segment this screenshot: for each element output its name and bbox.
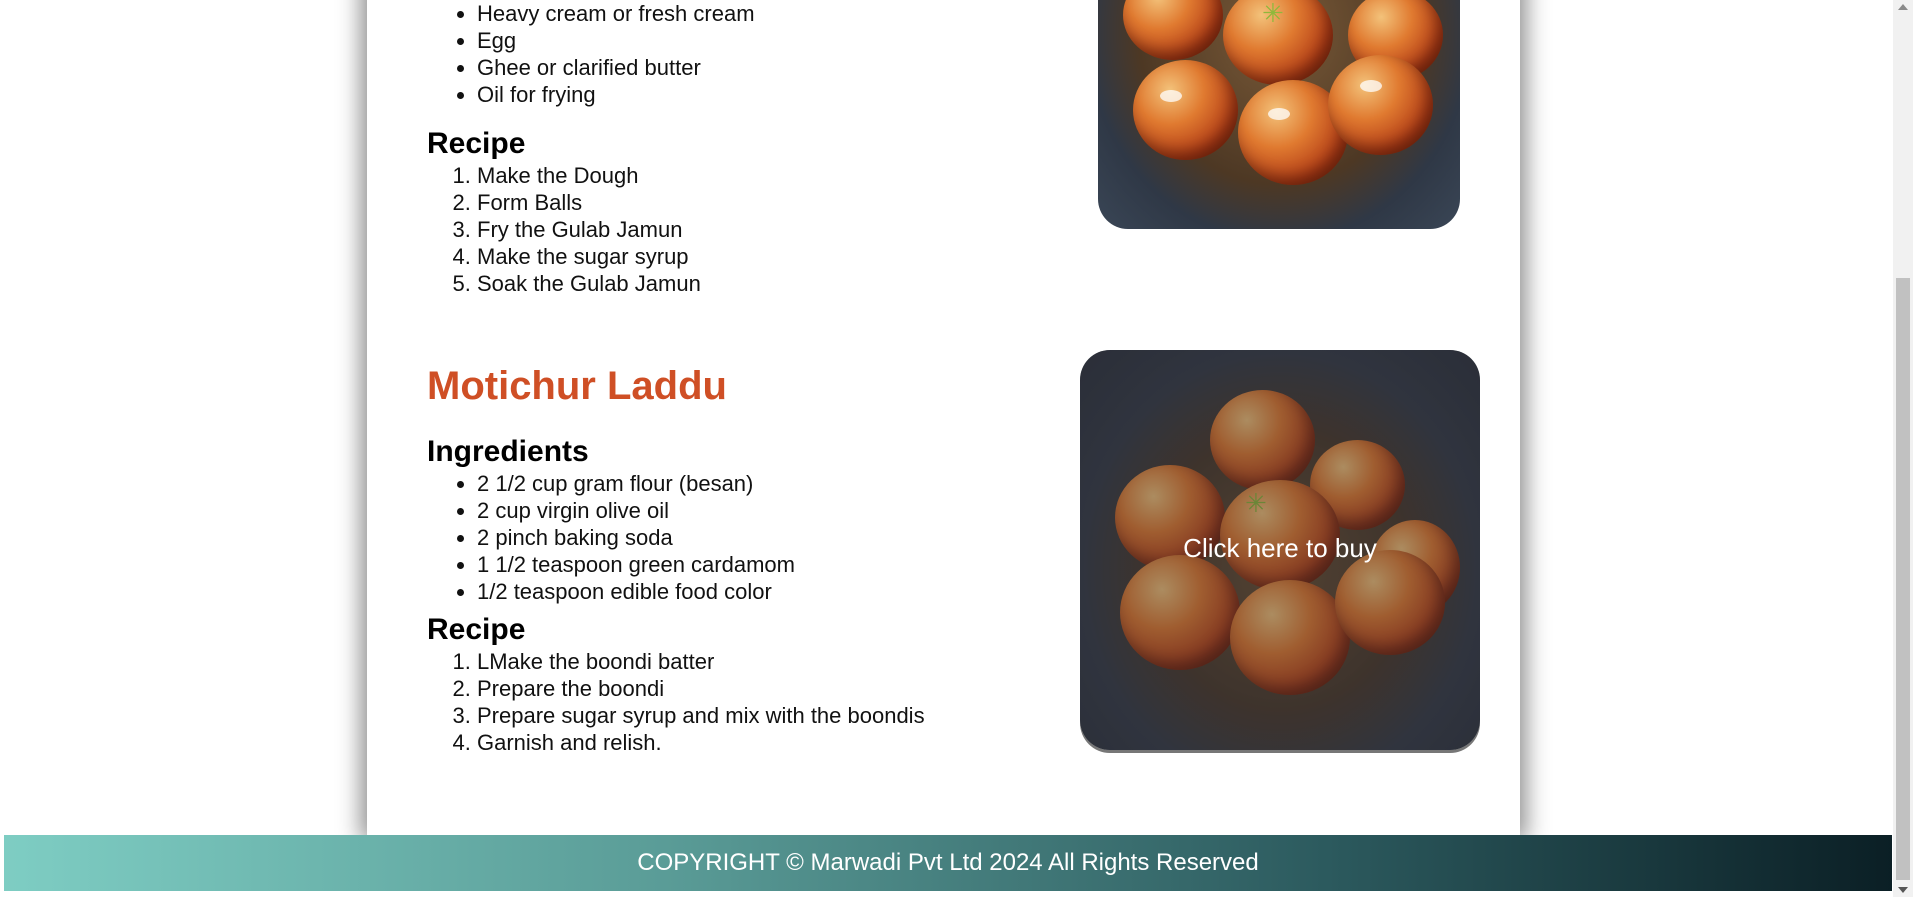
list-item: 2 cup virgin olive oil bbox=[477, 497, 795, 524]
gulab-jamun-image: ✳ bbox=[1098, 0, 1460, 229]
list-item: Ghee or clarified butter bbox=[477, 54, 755, 81]
list-item: Soak the Gulab Jamun bbox=[477, 270, 701, 297]
recipe-card: Heavy cream or fresh cream Egg Ghee or c… bbox=[367, 0, 1520, 835]
list-item: Oil for frying bbox=[477, 81, 755, 108]
laddu-ingredients-section: Ingredients 2 1/2 cup gram flour (besan)… bbox=[427, 434, 795, 605]
scroll-thumb[interactable] bbox=[1896, 278, 1910, 880]
laddu-recipe-section: Recipe LMake the boondi batter Prepare t… bbox=[427, 612, 925, 756]
list-item: Make the sugar syrup bbox=[477, 243, 701, 270]
laddu-ingredients-list: 2 1/2 cup gram flour (besan) 2 cup virgi… bbox=[427, 470, 795, 605]
laddu-ingredients-heading: Ingredients bbox=[427, 435, 589, 468]
list-item: 1 1/2 teaspoon green cardamom bbox=[477, 551, 795, 578]
list-item: Prepare sugar syrup and mix with the boo… bbox=[477, 702, 925, 729]
buy-link-label[interactable]: Click here to buy bbox=[1080, 533, 1480, 564]
scroll-down-icon[interactable] bbox=[1898, 887, 1908, 893]
list-item: Make the Dough bbox=[477, 162, 701, 189]
laddu-buy-image-button[interactable]: ✳ Click here to buy bbox=[1080, 350, 1480, 750]
copyright-text: COPYRIGHT © Marwadi Pvt Ltd 2024 All Rig… bbox=[637, 849, 1259, 876]
list-item: 1/2 teaspoon edible food color bbox=[477, 578, 795, 605]
vertical-scrollbar[interactable] bbox=[1893, 0, 1913, 897]
list-item: 2 1/2 cup gram flour (besan) bbox=[477, 470, 795, 497]
gulab-ingredients-list: Heavy cream or fresh cream Egg Ghee or c… bbox=[427, 0, 755, 108]
list-item: Egg bbox=[477, 27, 755, 54]
list-item: Prepare the boondi bbox=[477, 675, 925, 702]
laddu-section: Motichur Laddu bbox=[427, 362, 727, 410]
gulab-ingredients-list-container: Heavy cream or fresh cream Egg Ghee or c… bbox=[427, 0, 755, 108]
laddu-recipe-list: LMake the boondi batter Prepare the boon… bbox=[427, 648, 925, 756]
list-item: Fry the Gulab Jamun bbox=[477, 216, 701, 243]
list-item: 2 pinch baking soda bbox=[477, 524, 795, 551]
scroll-up-icon[interactable] bbox=[1898, 4, 1908, 10]
list-item: Form Balls bbox=[477, 189, 701, 216]
list-item: Heavy cream or fresh cream bbox=[477, 0, 755, 27]
footer: COPYRIGHT © Marwadi Pvt Ltd 2024 All Rig… bbox=[4, 835, 1892, 891]
gulab-recipe-heading: Recipe bbox=[427, 127, 526, 160]
laddu-recipe-heading: Recipe bbox=[427, 613, 526, 646]
gulab-recipe-list: Make the Dough Form Balls Fry the Gulab … bbox=[427, 162, 701, 297]
gulab-recipe-section: Recipe Make the Dough Form Balls Fry the… bbox=[427, 126, 701, 297]
list-item: Garnish and relish. bbox=[477, 729, 925, 756]
laddu-title: Motichur Laddu bbox=[427, 364, 727, 408]
list-item: LMake the boondi batter bbox=[477, 648, 925, 675]
